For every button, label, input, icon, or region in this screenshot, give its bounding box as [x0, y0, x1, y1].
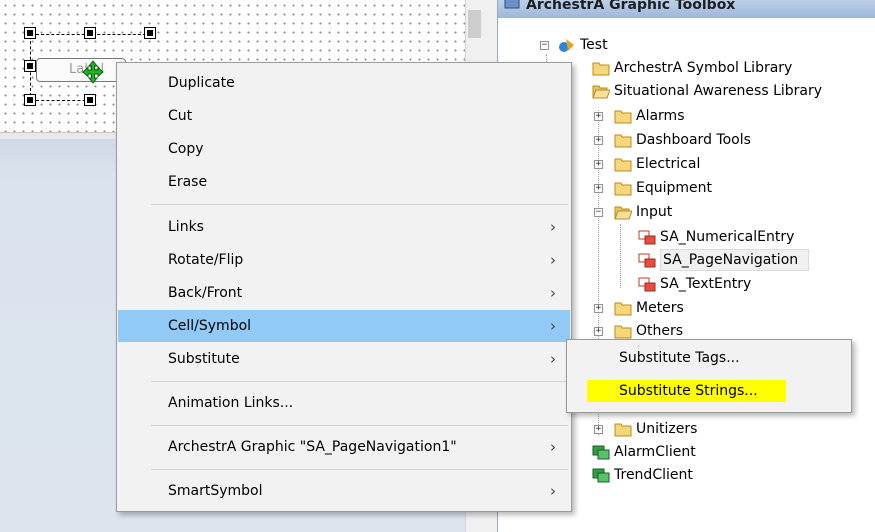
menu-item-smartsymbol[interactable]: SmartSymbol › [118, 475, 570, 507]
symbol-icon [638, 230, 656, 245]
folder-open-icon [592, 85, 610, 99]
folder-icon [614, 423, 632, 437]
substitute-submenu: Substitute Tags... Substitute Strings... [566, 339, 852, 413]
submenu-arrow-icon: › [550, 251, 556, 269]
expand-button[interactable]: + [594, 304, 603, 313]
resize-handle-bottom-center[interactable] [84, 94, 96, 106]
tree-item-label: Electrical [636, 156, 701, 172]
expand-button[interactable]: + [594, 184, 603, 193]
tree-item-label: SA_NumericalEntry [660, 229, 795, 245]
graphic-toolbox-root-icon [559, 39, 574, 52]
menu-item-label: Cell/Symbol [168, 318, 252, 334]
menu-item-label: Links [168, 219, 204, 235]
folder-icon [614, 302, 632, 316]
tree-item-label: Dashboard Tools [636, 132, 751, 148]
resize-handle-top-center[interactable] [84, 27, 96, 39]
menu-item-label: Back/Front [168, 285, 243, 301]
collapse-button[interactable]: − [594, 208, 603, 217]
resize-handle-bottom-left[interactable] [24, 94, 36, 106]
toolbox-icon [504, 0, 520, 9]
submenu-item-substitute-tags[interactable]: Substitute Tags... [619, 345, 740, 371]
symbol-icon [638, 277, 656, 292]
menu-item-back-front[interactable]: Back/Front › [118, 277, 570, 309]
folder-open-icon [614, 206, 632, 220]
tree-item-label: SA_TextEntry [660, 276, 752, 292]
menu-item-label: Animation Links... [168, 395, 294, 411]
submenu-arrow-icon: › [550, 482, 556, 500]
tree-item-label: AlarmClient [614, 444, 696, 460]
scrollbar-thumb[interactable] [468, 10, 481, 38]
symbol-icon [638, 253, 656, 268]
collapse-button[interactable]: − [540, 41, 549, 50]
menu-item-cut[interactable]: Cut [118, 100, 570, 132]
submenu-arrow-icon: › [550, 350, 556, 368]
submenu-arrow-icon: › [550, 317, 556, 335]
menu-item-label: Duplicate [168, 75, 235, 91]
toolbox-title: ArchestrA Graphic Toolbox [526, 0, 736, 13]
menu-item-cell-symbol[interactable]: Cell/Symbol › [118, 310, 570, 342]
submenu-item-label: Substitute Strings... [587, 380, 786, 402]
menu-item-label: Cut [168, 108, 193, 124]
menu-item-label: Rotate/Flip [168, 252, 244, 268]
resize-handle-top-right[interactable] [144, 27, 156, 39]
menu-item-label: Copy [168, 141, 204, 157]
tree-item-label: Situational Awareness Library [614, 83, 823, 99]
folder-icon [614, 325, 632, 339]
client-control-icon [592, 468, 610, 483]
expand-button[interactable]: + [594, 327, 603, 336]
tree-item-label: Input [636, 204, 673, 220]
move-cursor-icon [82, 60, 104, 84]
menu-item-label: ArchestrA Graphic "SA_PageNavigation1" [168, 439, 457, 455]
menu-item-label: Erase [168, 174, 208, 190]
submenu-arrow-icon: › [550, 218, 556, 236]
menu-item-erase[interactable]: Erase [118, 166, 570, 198]
menu-item-animation-links[interactable]: Animation Links... [118, 387, 570, 419]
submenu-arrow-icon: › [550, 438, 556, 456]
expand-button[interactable]: + [594, 425, 603, 434]
folder-icon [614, 110, 632, 124]
tree-line [620, 224, 621, 288]
tree-item-label: Alarms [636, 108, 685, 124]
resize-handle-middle-left[interactable] [24, 60, 36, 72]
expand-button[interactable]: + [594, 112, 603, 121]
menu-item-label: SmartSymbol [168, 483, 263, 499]
context-menu: Duplicate Cut Copy Erase Links › Rotate/… [116, 62, 572, 512]
menu-separator [151, 381, 568, 382]
menu-item-links[interactable]: Links › [118, 211, 570, 243]
expand-button[interactable]: + [594, 136, 603, 145]
menu-item-substitute[interactable]: Substitute › [118, 343, 570, 375]
tree-item-label: Unitizers [636, 421, 698, 437]
folder-icon [614, 134, 632, 148]
tree-item-label: Test [580, 37, 608, 53]
tree-item-label: Equipment [636, 180, 712, 196]
folder-icon [592, 62, 610, 76]
client-control-icon [592, 445, 610, 460]
tree-item-label: ArchestrA Symbol Library [614, 60, 793, 76]
expand-button[interactable]: + [594, 160, 603, 169]
submenu-item-label: Substitute Tags... [619, 350, 740, 366]
submenu-item-substitute-strings[interactable]: Substitute Strings... [587, 378, 786, 404]
menu-item-copy[interactable]: Copy [118, 133, 570, 165]
selected-symbol-label[interactable]: Label [36, 58, 126, 82]
submenu-arrow-icon: › [550, 284, 556, 302]
tree-item-label: SA_PageNavigation [660, 249, 810, 271]
folder-icon [614, 158, 632, 172]
folder-icon [614, 182, 632, 196]
menu-item-label: Substitute [168, 351, 240, 367]
toolbox-title-bar: ArchestrA Graphic Toolbox [498, 0, 875, 18]
menu-separator [151, 425, 568, 426]
menu-separator [151, 469, 568, 470]
tree-item-label: Meters [636, 300, 684, 316]
menu-separator [151, 204, 568, 205]
menu-item-duplicate[interactable]: Duplicate [118, 67, 570, 99]
menu-item-archestra-graphic[interactable]: ArchestrA Graphic "SA_PageNavigation1" › [118, 431, 570, 463]
tree-item-label: TrendClient [614, 467, 693, 483]
menu-item-rotate-flip[interactable]: Rotate/Flip › [118, 244, 570, 276]
resize-handle-top-left[interactable] [24, 27, 36, 39]
